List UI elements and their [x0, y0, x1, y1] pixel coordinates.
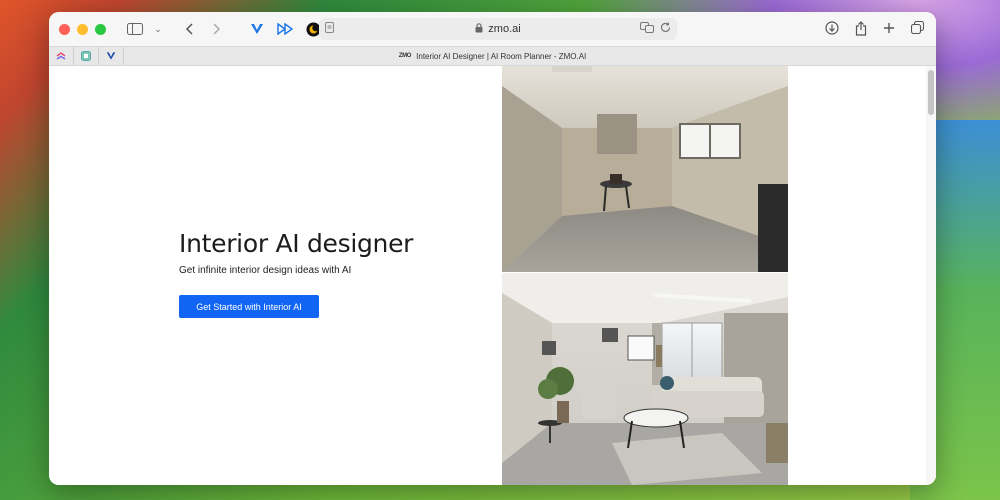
hero-title: Interior AI designer — [179, 229, 414, 258]
chevron-down-icon[interactable]: ⌄ — [154, 20, 162, 38]
active-tab[interactable]: ZMO Interior AI Designer | AI Room Plann… — [49, 52, 936, 61]
toolbar-right — [825, 20, 925, 39]
scrollbar[interactable] — [926, 66, 936, 485]
zoom-window-button[interactable] — [95, 23, 106, 35]
vivaldi-v-icon — [106, 52, 116, 60]
nav-group: ⌄ — [126, 20, 350, 38]
vivaldi-v-icon[interactable] — [248, 20, 266, 38]
zmo-logo: ZMO — [398, 53, 412, 59]
after-room-photo — [502, 273, 788, 485]
browser-window: ⌄ zmo.ai ZMO Interior AI Designer | AI R… — [49, 12, 936, 485]
reader-icon[interactable] — [325, 22, 334, 36]
pinned-tab-2[interactable] — [74, 47, 99, 65]
new-tab-icon[interactable] — [883, 21, 895, 39]
address-bar[interactable]: zmo.ai — [319, 18, 677, 40]
hero-subtitle: Get infinite interior design ideas with … — [179, 265, 352, 276]
back-icon[interactable] — [180, 20, 198, 38]
minimize-window-button[interactable] — [77, 23, 88, 35]
app-square-icon — [81, 51, 91, 61]
translate-icon[interactable] — [640, 22, 654, 36]
browser-toolbar: ⌄ zmo.ai — [49, 12, 936, 46]
window-controls — [59, 23, 106, 35]
pinned-tab-3[interactable] — [99, 47, 124, 65]
forward-icon[interactable] — [208, 20, 226, 38]
before-room-photo — [502, 66, 788, 272]
scrollbar-thumb[interactable] — [928, 70, 934, 115]
tab-bar: ZMO Interior AI Designer | AI Room Plann… — [49, 46, 936, 66]
tab-title-text: Interior AI Designer | AI Room Planner -… — [416, 51, 587, 61]
get-started-button[interactable]: Get Started with Interior AI — [179, 295, 319, 318]
close-window-button[interactable] — [59, 23, 70, 35]
lock-icon — [475, 23, 483, 35]
download-icon[interactable] — [825, 21, 839, 39]
clickup-icon — [56, 52, 66, 60]
page-content: Interior AI designer Get infinite interi… — [49, 66, 936, 485]
sidebar-icon[interactable] — [126, 20, 144, 38]
pinned-tab-1[interactable] — [49, 47, 74, 65]
pinned-tabs — [49, 47, 124, 65]
tab-overview-icon[interactable] — [910, 20, 925, 39]
fast-forward-icon[interactable] — [276, 20, 294, 38]
url-text: zmo.ai — [488, 23, 521, 35]
share-icon[interactable] — [855, 21, 867, 39]
reload-icon[interactable] — [660, 22, 671, 36]
